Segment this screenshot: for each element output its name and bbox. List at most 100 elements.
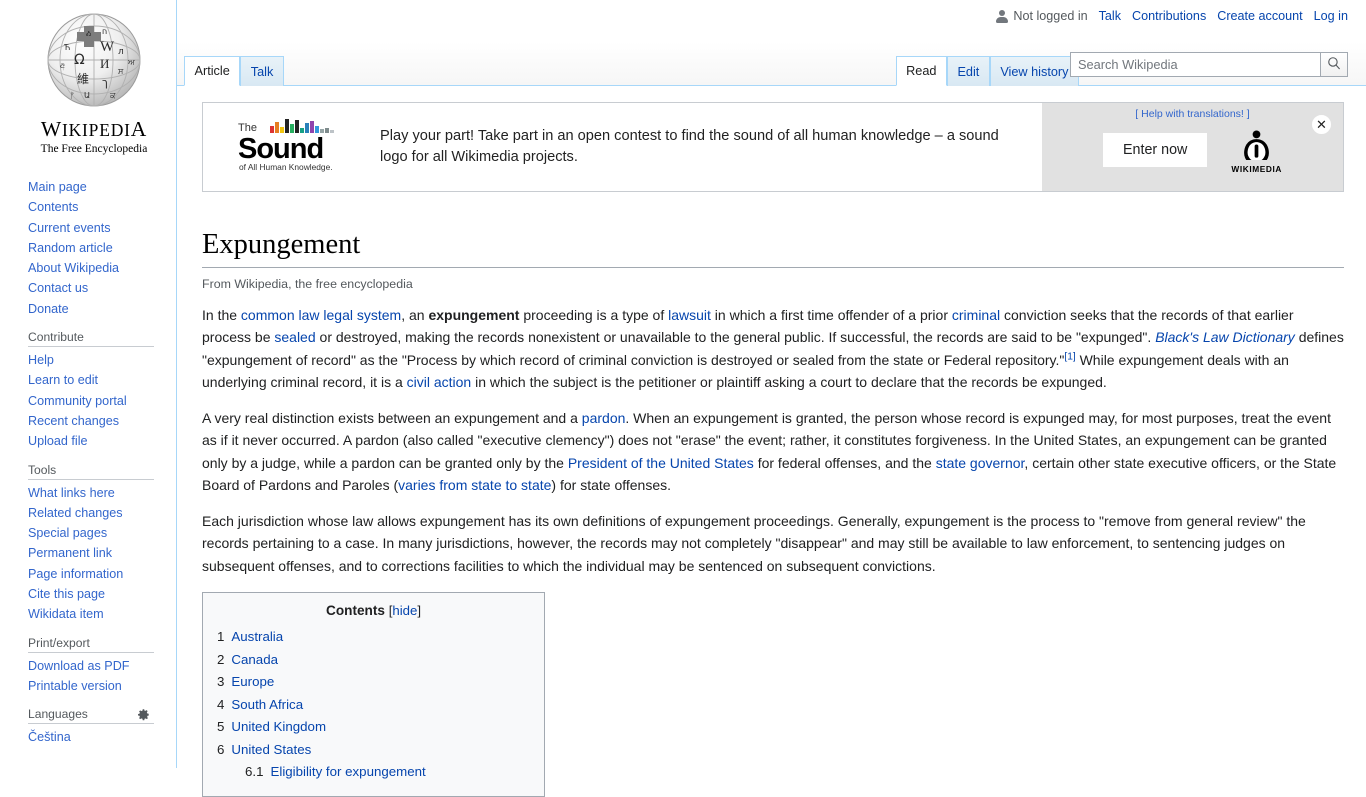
sidebar-link-learn-to-edit[interactable]: Learn to edit [28, 373, 98, 387]
svg-text:л: л [118, 47, 124, 57]
sidebar-item-main-page[interactable]: Main page [28, 177, 176, 197]
personal-link-log-in[interactable]: Log in [1314, 9, 1348, 23]
sidebar-navigation: Main page Contents Current events Random… [14, 177, 176, 748]
toc-entry-united-states[interactable]: 6United States [217, 739, 530, 762]
toc-link-europe[interactable]: Europe [231, 674, 274, 689]
sidebar-link-about-wikipedia[interactable]: About Wikipedia [28, 261, 119, 275]
toc-link-united-states[interactable]: United States [231, 742, 311, 757]
sidebar-item-cite-this-page[interactable]: Cite this page [28, 584, 176, 604]
wikipedia-logo[interactable]: W Ω И 維 ך л අ ਸ Ћ ח ਅ Ա ᚠ ਕ Ꭳ [14, 0, 174, 155]
sidebar-link-special-pages[interactable]: Special pages [28, 526, 107, 540]
link-blacks-law-dictionary[interactable]: Black's Law Dictionary [1155, 329, 1295, 345]
toc-link-australia[interactable]: Australia [231, 629, 283, 644]
toc-entry-south-africa[interactable]: 4South Africa [217, 694, 530, 717]
not-logged-in-label: Not logged in [1013, 9, 1087, 23]
tab-view-history[interactable]: View history [990, 56, 1079, 86]
sidebar-item-help[interactable]: Help [28, 350, 176, 370]
toc-entry-eligibility-for-expungement[interactable]: 6.1Eligibility for expungement [217, 761, 530, 784]
close-icon[interactable]: ✕ [1311, 114, 1332, 135]
toc-entry-canada[interactable]: 2Canada [217, 649, 530, 672]
personal-link-talk[interactable]: Talk [1099, 9, 1121, 23]
sidebar-link-what-links-here[interactable]: What links here [28, 486, 115, 500]
wikipedia-wordmark: WIKIPEDIA [14, 117, 174, 142]
sidebar-item-related-changes[interactable]: Related changes [28, 503, 176, 523]
link-varies-from-state-to-state[interactable]: varies from state to state [398, 477, 551, 493]
sidebar-link-main-page[interactable]: Main page [28, 180, 87, 194]
link-criminal[interactable]: criminal [952, 307, 1000, 323]
sidebar-link-community-portal[interactable]: Community portal [28, 394, 127, 408]
help-with-translations[interactable]: [ Help with translations! ] [1042, 108, 1343, 120]
tab-article[interactable]: Article [184, 56, 240, 86]
personal-link-contributions[interactable]: Contributions [1132, 9, 1206, 23]
toc-toggle[interactable]: [hide] [389, 603, 421, 618]
toc-link-united-kingdom[interactable]: United Kingdom [231, 719, 326, 734]
link-lawsuit[interactable]: lawsuit [668, 307, 711, 323]
not-logged-in-indicator: Not logged in [996, 9, 1087, 23]
sidebar-link-upload-file[interactable]: Upload file [28, 434, 88, 448]
sidebar-link-cestina[interactable]: Čeština [28, 730, 71, 744]
sidebar-link-donate[interactable]: Donate [28, 302, 69, 316]
sidebar-link-recent-changes[interactable]: Recent changes [28, 414, 119, 428]
enter-now-button[interactable]: Enter now [1103, 133, 1207, 167]
sidebar-item-download-as-pdf[interactable]: Download as PDF [28, 656, 176, 676]
banner-side: [ Help with translations! ] Enter now WI… [1042, 103, 1343, 191]
sidebar-item-current-events[interactable]: Current events [28, 218, 176, 238]
sidebar-heading-languages-label: Languages [28, 707, 88, 721]
link-pardon[interactable]: pardon [582, 410, 626, 426]
personal-link-create-account[interactable]: Create account [1217, 9, 1302, 23]
toc-link-canada[interactable]: Canada [231, 652, 278, 667]
link-civil-action[interactable]: civil action [407, 374, 472, 390]
sidebar-link-contact-us[interactable]: Contact us [28, 281, 88, 295]
sidebar-link-permanent-link[interactable]: Permanent link [28, 546, 112, 560]
p2-text-1: A very real distinction exists between a… [202, 410, 582, 426]
sidebar-item-what-links-here[interactable]: What links here [28, 483, 176, 503]
link-president-of-the-united-states[interactable]: President of the United States [568, 455, 754, 471]
sidebar-link-cite-this-page[interactable]: Cite this page [28, 587, 105, 601]
search-button[interactable] [1320, 52, 1348, 77]
sidebar-item-recent-changes[interactable]: Recent changes [28, 411, 176, 431]
sidebar-link-download-as-pdf[interactable]: Download as PDF [28, 659, 130, 673]
link-sealed[interactable]: sealed [274, 329, 315, 345]
sidebar-link-random-article[interactable]: Random article [28, 241, 113, 255]
toc-link-south-africa[interactable]: South Africa [231, 697, 303, 712]
sidebar-item-printable-version[interactable]: Printable version [28, 676, 176, 696]
sidebar-link-wikidata-item[interactable]: Wikidata item [28, 607, 104, 621]
sidebar-link-page-information[interactable]: Page information [28, 567, 123, 581]
search-input[interactable] [1070, 52, 1320, 77]
sidebar-link-related-changes[interactable]: Related changes [28, 506, 123, 520]
sidebar-link-current-events[interactable]: Current events [28, 221, 111, 235]
sidebar-item-permanent-link[interactable]: Permanent link [28, 543, 176, 563]
toc-entry-australia[interactable]: 1Australia [217, 626, 530, 649]
sidebar-item-donate[interactable]: Donate [28, 299, 176, 319]
view-tabs: Read Edit View history [896, 56, 1079, 86]
sidebar-link-help[interactable]: Help [28, 353, 54, 367]
tab-talk[interactable]: Talk [240, 56, 284, 86]
article-body: Expungement From Wikipedia, the free enc… [177, 227, 1366, 797]
toc-entry-europe[interactable]: 3Europe [217, 671, 530, 694]
sidebar-link-contents[interactable]: Contents [28, 200, 78, 214]
sidebar-item-about-wikipedia[interactable]: About Wikipedia [28, 258, 176, 278]
sidebar-item-language-cestina[interactable]: Čeština [28, 727, 176, 747]
sidebar-item-page-information[interactable]: Page information [28, 564, 176, 584]
sidebar-item-wikidata-item[interactable]: Wikidata item [28, 604, 176, 624]
sidebar-item-contact-us[interactable]: Contact us [28, 278, 176, 298]
toc-link-eligibility-for-expungement[interactable]: Eligibility for expungement [271, 764, 426, 779]
gear-icon[interactable] [137, 708, 150, 721]
link-state-governor[interactable]: state governor [936, 455, 1025, 471]
svg-text:of All Human Knowledge.: of All Human Knowledge. [239, 162, 333, 172]
tab-edit[interactable]: Edit [947, 56, 990, 86]
sidebar-link-printable-version[interactable]: Printable version [28, 679, 122, 693]
sidebar-item-special-pages[interactable]: Special pages [28, 523, 176, 543]
sidebar-item-contents[interactable]: Contents [28, 197, 176, 217]
sidebar-item-upload-file[interactable]: Upload file [28, 431, 176, 451]
sidebar-item-community-portal[interactable]: Community portal [28, 391, 176, 411]
paragraph-1: In the common law legal system, an expun… [202, 304, 1344, 394]
toc-entry-united-kingdom[interactable]: 5United Kingdom [217, 716, 530, 739]
sidebar-item-learn-to-edit[interactable]: Learn to edit [28, 370, 176, 390]
toc-hide-link[interactable]: hide [392, 603, 417, 618]
reference-1[interactable]: [1] [1064, 351, 1075, 362]
link-common-law-legal-system[interactable]: common law legal system [241, 307, 401, 323]
sidebar-item-random-article[interactable]: Random article [28, 238, 176, 258]
close-glyph: ✕ [1316, 118, 1327, 131]
tab-read[interactable]: Read [896, 56, 947, 86]
